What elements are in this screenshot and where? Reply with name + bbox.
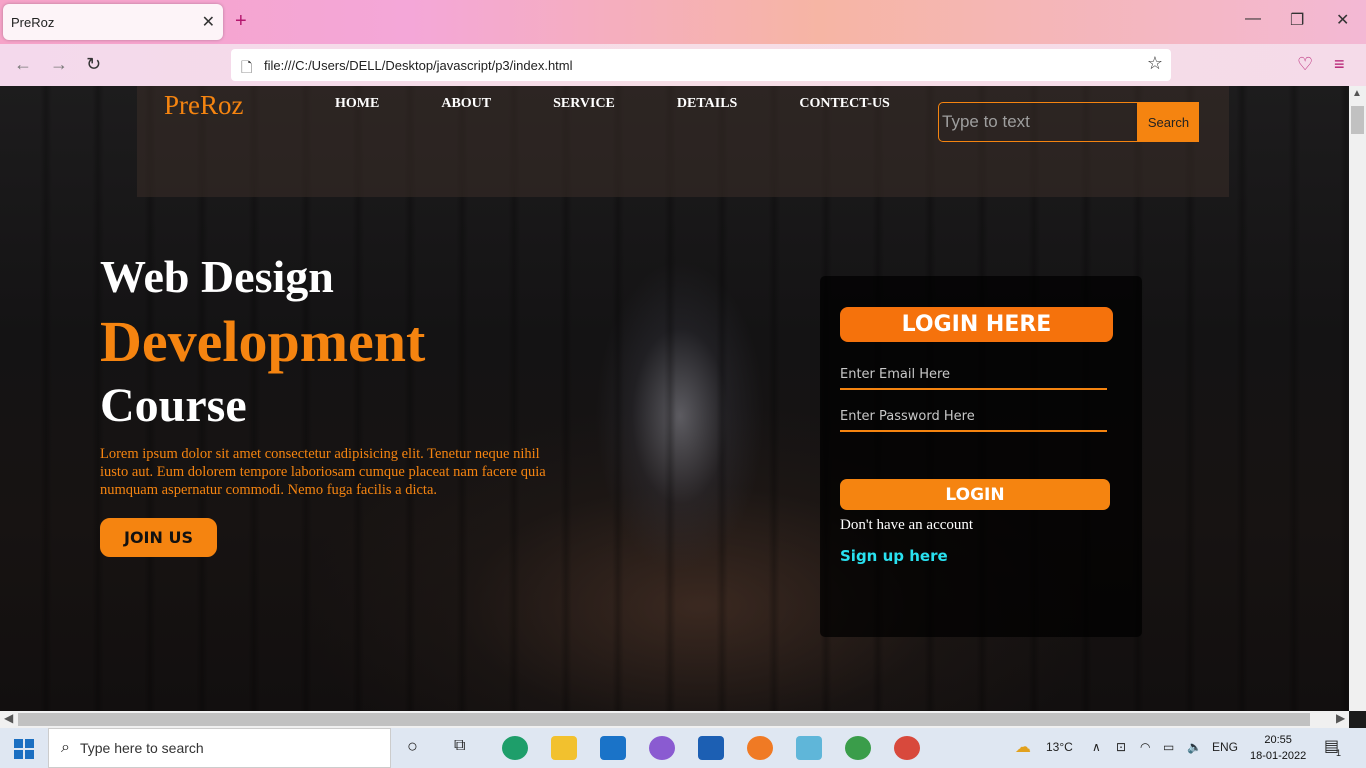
login-button[interactable]: LOGIN [840, 479, 1110, 510]
menu-icon[interactable]: ≡ [1334, 54, 1345, 75]
site-logo[interactable]: PreRoz [164, 90, 243, 121]
site-header: PreRoz HOME ABOUT SERVICE DETAILS CONTEC… [137, 86, 1229, 197]
hero-line-1: Web Design [100, 251, 334, 302]
browser-tab-bar: PreRoz ✕ + — ❐ ✕ [0, 0, 1366, 44]
network-icon[interactable]: ⊡ [1116, 740, 1126, 754]
clock[interactable]: 20:55 18-01-2022 [1250, 732, 1306, 764]
language-indicator[interactable]: ENG [1212, 740, 1238, 754]
tray-chevron-icon[interactable]: ∧ [1092, 740, 1101, 754]
email-field[interactable] [840, 360, 1107, 390]
scroll-right-icon[interactable]: ▶ [1336, 711, 1345, 725]
menu-item-details[interactable]: DETAILS [677, 96, 737, 112]
horizontal-scroll-thumb[interactable] [18, 713, 1310, 726]
volume-icon[interactable]: 🔈 [1187, 740, 1202, 754]
pocket-icon[interactable]: ♡ [1297, 54, 1313, 75]
menu-item-service[interactable]: SERVICE [553, 96, 615, 112]
horizontal-scrollbar[interactable]: ◀ ▶ [0, 711, 1349, 728]
no-account-text: Don't have an account [840, 517, 974, 533]
new-tab-icon[interactable]: + [235, 10, 247, 33]
close-window-icon[interactable]: ✕ [1336, 10, 1349, 30]
minimize-icon[interactable]: — [1245, 10, 1261, 28]
bookmark-star-icon[interactable]: ☆ [1147, 53, 1163, 74]
file-explorer-icon[interactable] [551, 736, 577, 760]
scroll-left-icon[interactable]: ◀ [4, 711, 13, 725]
browser-tab[interactable]: PreRoz ✕ [3, 4, 223, 40]
cortana-icon[interactable]: ○ [407, 736, 418, 757]
mail-icon[interactable] [600, 736, 626, 760]
chrome-icon[interactable] [845, 736, 871, 760]
chrome-profile-icon[interactable] [894, 736, 920, 760]
windows-taskbar: ⌕ Type here to search ○ ⧉ ☁ 13°C ∧ ⊡ ◠ ▭… [0, 728, 1366, 768]
back-icon[interactable]: ← [14, 54, 32, 75]
clock-time: 20:55 [1264, 734, 1292, 746]
menu-item-about[interactable]: ABOUT [441, 96, 491, 112]
site-search-button[interactable]: Search [1138, 102, 1199, 142]
app-icon[interactable] [649, 736, 675, 760]
task-view-icon[interactable]: ⧉ [454, 737, 465, 755]
taskbar-search-placeholder: Type here to search [79, 740, 204, 756]
wifi-icon[interactable]: ◠ [1140, 740, 1150, 754]
close-tab-icon[interactable]: ✕ [202, 12, 215, 32]
menu-item-contact[interactable]: CONTECT-US [799, 96, 890, 112]
page-viewport: PreRoz HOME ABOUT SERVICE DETAILS CONTEC… [0, 86, 1349, 711]
signup-link[interactable]: Sign up here [840, 547, 948, 565]
taskbar-search[interactable]: ⌕ Type here to search [48, 728, 391, 768]
scroll-up-icon[interactable]: ▲ [1352, 88, 1362, 99]
vertical-scroll-thumb[interactable] [1351, 106, 1364, 134]
weather-temperature[interactable]: 13°C [1046, 740, 1073, 754]
battery-icon[interactable]: ▭ [1163, 740, 1174, 754]
join-us-button[interactable]: JOIN US [100, 518, 217, 557]
search-icon: ⌕ [61, 739, 70, 756]
notification-count: 1 [1336, 748, 1342, 758]
forward-icon[interactable]: → [50, 54, 68, 75]
site-search-input[interactable] [938, 102, 1138, 142]
login-heading: LOGIN HERE [840, 307, 1113, 342]
hero-line-2: Development [100, 309, 426, 374]
password-field[interactable] [840, 402, 1107, 432]
vertical-scrollbar[interactable]: ▲ [1349, 86, 1366, 711]
address-bar[interactable]: 🗋 file:///C:/Users/DELL/Desktop/javascri… [231, 49, 1171, 81]
media-player-icon[interactable] [698, 736, 724, 760]
url-text[interactable]: file:///C:/Users/DELL/Desktop/javascript… [264, 58, 573, 73]
reload-icon[interactable]: ↻ [86, 54, 101, 75]
edge-icon[interactable] [502, 736, 528, 760]
tab-title: PreRoz [11, 14, 55, 30]
hero-line-3: Course [100, 379, 247, 432]
weather-icon[interactable]: ☁ [1015, 737, 1031, 757]
notepad-icon[interactable] [796, 736, 822, 760]
clock-date: 18-01-2022 [1250, 750, 1307, 762]
login-card: LOGIN HERE LOGIN Don't have an account S… [820, 276, 1142, 637]
menu-item-home[interactable]: HOME [335, 96, 379, 112]
windows-start-icon[interactable] [14, 739, 34, 759]
page-icon: 🗋 [241, 59, 253, 75]
hero-paragraph: Lorem ipsum dolor sit amet consectetur a… [100, 446, 546, 498]
browser-toolbar: ← → ↻ 🗋 file:///C:/Users/DELL/Desktop/ja… [0, 44, 1366, 86]
restore-icon[interactable]: ❐ [1290, 10, 1304, 30]
firefox-icon[interactable] [747, 736, 773, 760]
site-menu: HOME ABOUT SERVICE DETAILS CONTECT-US [335, 96, 952, 112]
